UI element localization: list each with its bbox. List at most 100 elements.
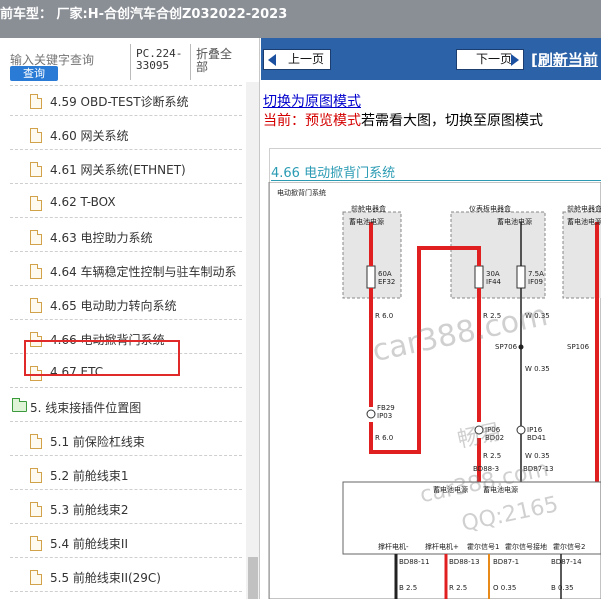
document-icon bbox=[30, 332, 42, 347]
arrow-left-icon bbox=[268, 54, 276, 66]
divider bbox=[130, 44, 131, 80]
box2-sub: 蓄电池电源 bbox=[497, 218, 532, 226]
sidebar: 查询 PC.224-33095 折叠全部 4.59 OBD-TEST诊断系统4.… bbox=[0, 38, 260, 599]
tree-item-label: 4.61 网关系统(ETHNET) bbox=[50, 163, 186, 177]
bottom-conn-3: BD87-1 bbox=[493, 558, 520, 566]
document-icon bbox=[30, 128, 42, 143]
tree-item[interactable]: 4.60 网关系统 bbox=[10, 120, 242, 150]
tree-item-label: 4.60 网关系统 bbox=[50, 129, 129, 143]
wire-label-r25b: R 2.5 bbox=[483, 452, 502, 460]
divider bbox=[190, 44, 191, 80]
pin-label-4: 霍尔信号接地 bbox=[505, 543, 547, 551]
bottom-wire-1: B 2.5 bbox=[399, 584, 418, 592]
box1-label: 前舱电器盒 bbox=[351, 205, 386, 213]
section-rule bbox=[271, 180, 601, 181]
tree-item[interactable]: 5.2 前舱线束1 bbox=[10, 460, 242, 490]
splice-sp106-label: SP106 bbox=[567, 343, 590, 351]
bottom-conn-1: BD88-11 bbox=[399, 558, 430, 566]
tree-item-label: 4.66 电动掀背门系统 bbox=[50, 333, 165, 347]
tree-item[interactable]: 4.63 电控助力系统 bbox=[10, 222, 242, 252]
folder-open-icon bbox=[12, 398, 27, 412]
splice-sp706-label: SP706 bbox=[495, 343, 518, 351]
module-power-1: 蓄电池电源 bbox=[433, 486, 468, 494]
vertical-scrollbar[interactable] bbox=[246, 82, 259, 599]
fuse-ef32 bbox=[366, 265, 376, 289]
fuse-if09 bbox=[516, 265, 526, 289]
tree-item[interactable]: 5.3 前舱线束2 bbox=[10, 494, 242, 524]
title-bar: 前车型： 厂家:H-合创汽车合创Z032022-2023 bbox=[0, 0, 601, 38]
connector-ip06-label: IP06 BD02 bbox=[485, 426, 505, 442]
conn-bd883-label: BD88-3 bbox=[473, 465, 500, 473]
pin-label-1: 撑杆电机- bbox=[378, 543, 409, 551]
conn-bd8713-label: BD87-13 bbox=[523, 465, 554, 473]
pc-code: PC.224-33095 bbox=[136, 47, 183, 72]
fuse-if44 bbox=[474, 265, 484, 289]
connector-fb29 bbox=[366, 409, 376, 419]
bottom-conn-2: BD88-13 bbox=[449, 558, 480, 566]
vehicle-title: 前车型： 厂家:H-合创汽车合创Z032022-2023 bbox=[0, 7, 288, 22]
refresh-link[interactable]: [刷新当前 bbox=[531, 49, 598, 70]
mode-hint: 若需看大图，切换至原图模式 bbox=[361, 113, 543, 129]
tree-item-label: 4.59 OBD-TEST诊断系统 bbox=[50, 95, 189, 109]
tree-item-label: 4.63 电控助力系统 bbox=[50, 231, 153, 245]
bottom-wire-3: O 0.35 bbox=[493, 584, 517, 592]
tree-item[interactable]: 4.66 电动掀背门系统 bbox=[10, 324, 242, 354]
tree-item[interactable]: 4.61 网关系统(ETHNET) bbox=[10, 154, 242, 184]
pin-label-3: 霍尔信号1 bbox=[467, 543, 500, 551]
next-page-button[interactable]: 下一页 bbox=[456, 49, 524, 70]
document-icon bbox=[30, 94, 42, 109]
document-icon bbox=[30, 162, 42, 177]
diagram-title: 电动掀背门系统 bbox=[277, 189, 326, 197]
tree-item-label: 5.1 前保险杠线束 bbox=[50, 435, 145, 449]
tree-item[interactable]: 4.59 OBD-TEST诊断系统 bbox=[10, 86, 242, 116]
nav-tree: 4.59 OBD-TEST诊断系统 4.60 网关系统 4.61 网关系统(ETHN… bbox=[0, 82, 246, 599]
mode-status: 当前：预览模式若需看大图，切换至原图模式 bbox=[263, 110, 543, 130]
tree-item[interactable]: 4.64 车辆稳定性控制与驻车制动系 bbox=[10, 256, 242, 286]
document-icon bbox=[30, 366, 42, 381]
tree-item[interactable]: 5.5 前舱线束II(29C) bbox=[10, 562, 242, 592]
document-icon bbox=[30, 502, 42, 517]
connector-ip06 bbox=[474, 425, 484, 435]
section-title: 4.66 电动掀背门系统 bbox=[271, 166, 396, 181]
collapse-all-button[interactable]: 折叠全部 bbox=[196, 48, 236, 74]
tree-item-label: 5.2 前舱线束1 bbox=[50, 469, 129, 483]
tree-item-label: 5. 线束接插件位置图 bbox=[30, 401, 142, 415]
tree-item-label: 4.62 T-BOX bbox=[50, 195, 116, 209]
document-icon bbox=[30, 570, 42, 585]
tree-item[interactable]: 4.65 电动助力转向系统 bbox=[10, 290, 242, 320]
scrollbar-thumb[interactable] bbox=[248, 557, 258, 599]
wire-label-r25: R 2.5 bbox=[483, 312, 502, 320]
pin-label-5: 霍尔信号2 bbox=[553, 543, 586, 551]
tree-item-partial bbox=[10, 78, 242, 86]
tree-folder-item[interactable]: 5. 线束接插件位置图 bbox=[10, 392, 242, 422]
prev-page-button[interactable]: 上一页 bbox=[263, 49, 331, 70]
tree-item[interactable]: 5.4 前舱线束II bbox=[10, 528, 242, 558]
fuse-ef32-label: 60A EF32 bbox=[378, 270, 396, 286]
tree-item-label: 5.4 前舱线束II bbox=[50, 537, 128, 551]
document-icon bbox=[30, 536, 42, 551]
mode-current: 当前：预览模式 bbox=[263, 113, 361, 129]
wire-label-r60b: R 6.0 bbox=[375, 434, 394, 442]
tree-item-label: 4.64 车辆稳定性控制与驻车制动系 bbox=[50, 265, 237, 279]
box2-label: 仪表板电器盒 bbox=[469, 205, 511, 213]
box3-label: 前舱电器盒 bbox=[567, 205, 601, 213]
next-page-label: 下一页 bbox=[475, 52, 512, 66]
document-icon bbox=[30, 230, 42, 245]
document-icon bbox=[30, 298, 42, 313]
tree-item[interactable]: 5.1 前保险杠线束 bbox=[10, 426, 242, 456]
tree-item-label: 4.67 ETC bbox=[50, 365, 104, 379]
document-icon bbox=[30, 196, 42, 211]
search-row: 查询 PC.224-33095 折叠全部 bbox=[0, 38, 259, 82]
splice-sp706 bbox=[518, 344, 524, 350]
connector-ip16 bbox=[516, 425, 526, 435]
tree-item[interactable]: 4.67 ETC bbox=[10, 358, 242, 388]
module-power-2: 蓄电池电源 bbox=[483, 486, 518, 494]
document-icon bbox=[30, 468, 42, 483]
tree-item[interactable]: 4.62 T-BOX bbox=[10, 188, 242, 218]
app-window: 前车型： 厂家:H-合创汽车合创Z032022-2023 查询 PC.224-3… bbox=[0, 0, 601, 599]
bottom-wire-4: B 0.35 bbox=[551, 584, 574, 592]
box3-sub: 蓄电池电源 bbox=[567, 218, 601, 226]
switch-original-mode-link[interactable]: 切换为原图模式 bbox=[263, 91, 361, 111]
wire-label-w035c: W 0.35 bbox=[525, 452, 550, 460]
tree-item-label: 5.3 前舱线束2 bbox=[50, 503, 129, 517]
